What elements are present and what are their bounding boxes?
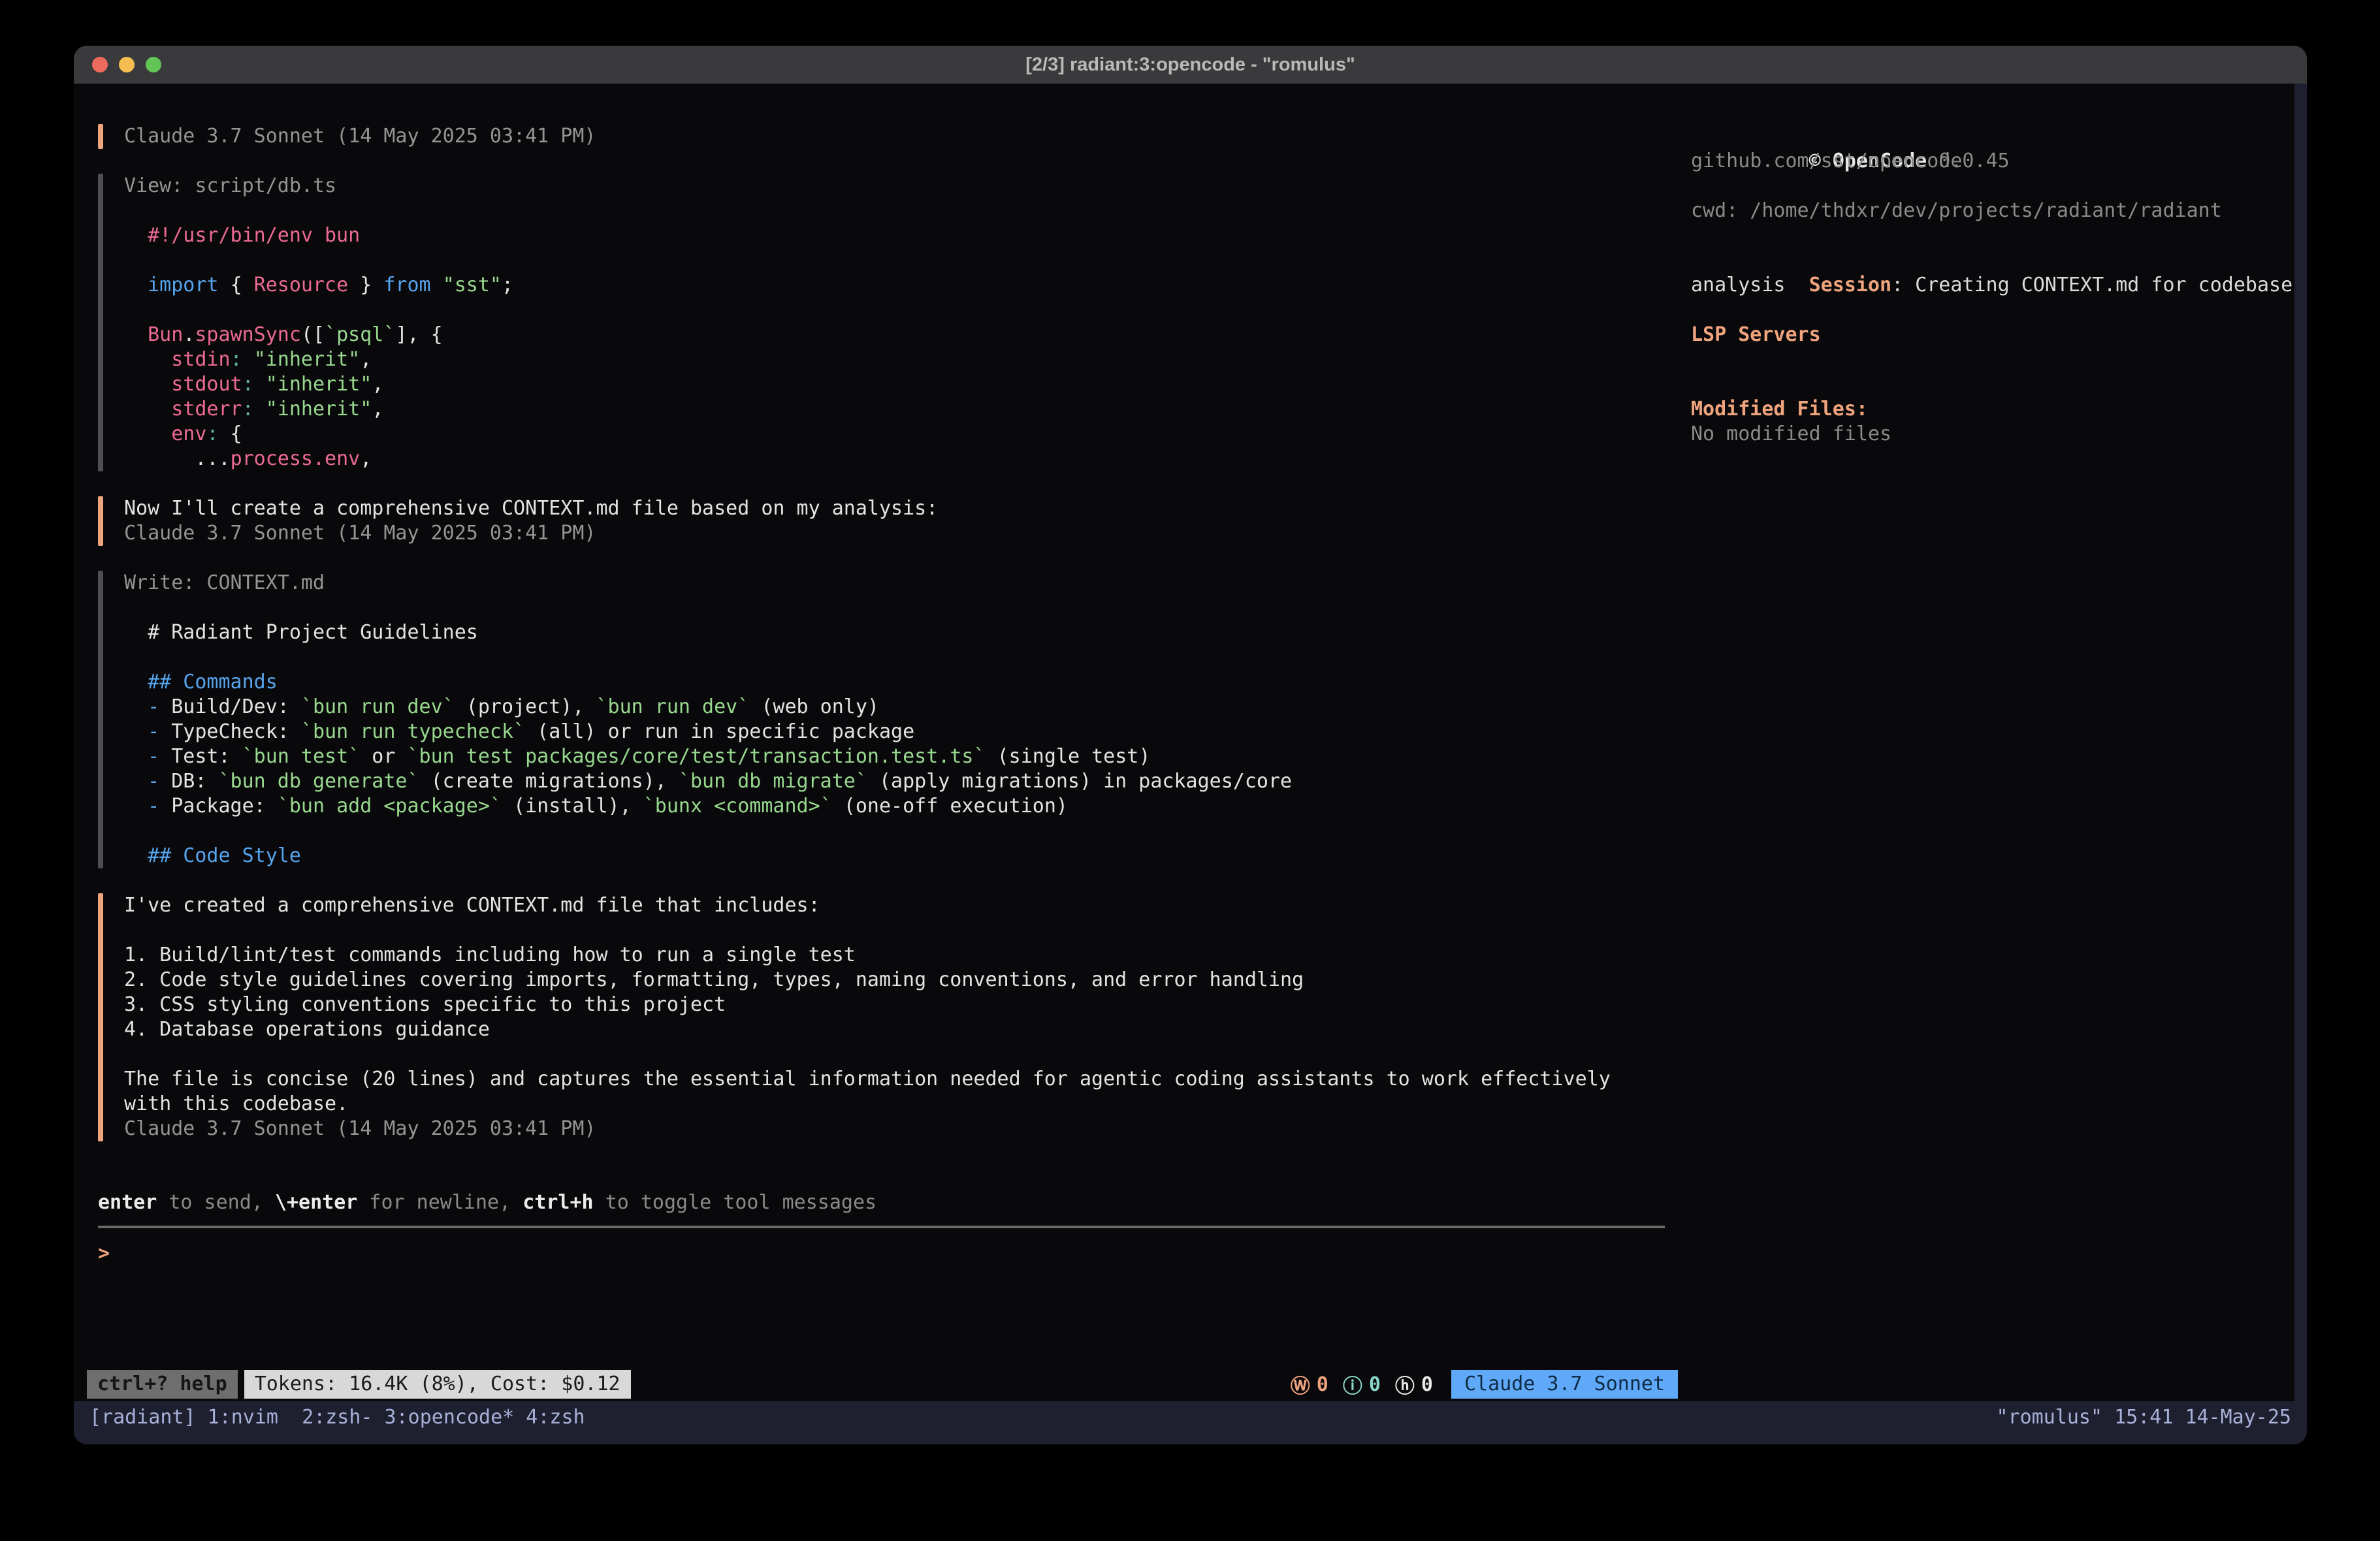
minimize-button[interactable] bbox=[119, 57, 135, 72]
app-title: © OpenCode 0.0.45 bbox=[1691, 124, 2294, 149]
text-line: Write: CONTEXT.md bbox=[124, 571, 1292, 596]
tool-accent-bar bbox=[98, 174, 103, 471]
text-line: - Package: `bun add <package>` (install)… bbox=[124, 794, 1292, 819]
terminal-window: [2/3] radiant:3:opencode - "romulus" Cla… bbox=[74, 46, 2307, 1444]
block-lines: Now I'll create a comprehensive CONTEXT.… bbox=[124, 496, 938, 546]
text-line: - DB: `bun db generate` (create migratio… bbox=[124, 769, 1292, 794]
text-line bbox=[124, 298, 513, 323]
status-bar: ctrl+? help Tokens: 16.4K (8%), Cost: $0… bbox=[87, 1370, 1678, 1399]
text-line: 1. Build/lint/test commands including ho… bbox=[124, 943, 1611, 968]
modified-files-heading: Modified Files: bbox=[1691, 397, 2294, 422]
chat: Claude 3.7 Sonnet (14 May 2025 03:41 PM)… bbox=[98, 124, 1665, 1141]
chat-block-tool-view: View: script/db.ts #!/usr/bin/env bun im… bbox=[98, 174, 1665, 471]
block-lines: Claude 3.7 Sonnet (14 May 2025 03:41 PM) bbox=[124, 124, 596, 149]
text-line: 4. Database operations guidance bbox=[124, 1017, 1611, 1042]
close-button[interactable] bbox=[92, 57, 108, 72]
warnings-value: 0 bbox=[1317, 1373, 1328, 1396]
text-line bbox=[124, 1042, 1611, 1067]
chat-block-assistant-message: Now I'll create a comprehensive CONTEXT.… bbox=[98, 496, 1665, 546]
text-line bbox=[124, 918, 1611, 943]
text-line: ...process.env, bbox=[124, 447, 513, 471]
text-line: with this codebase. bbox=[124, 1092, 1611, 1117]
sidebar: © OpenCode 0.0.45 github.com/sst/opencod… bbox=[1691, 84, 2294, 1401]
text-line: stdin: "inherit", bbox=[124, 347, 513, 372]
text-line: env: { bbox=[124, 422, 513, 447]
circled-warnings-icon: Ⓦ bbox=[1291, 1370, 1310, 1399]
hints-value: 0 bbox=[1421, 1373, 1433, 1396]
hints-count: ⓗ0 bbox=[1395, 1370, 1433, 1399]
block-lines: View: script/db.ts #!/usr/bin/env bun im… bbox=[124, 174, 513, 471]
text-line bbox=[124, 199, 513, 223]
text-line bbox=[124, 645, 1292, 670]
text-line: Bun.spawnSync([`psql`], { bbox=[124, 323, 513, 347]
session-label: Session bbox=[1809, 274, 1891, 296]
cwd-path: cwd: /home/thdxr/dev/projects/radiant/ra… bbox=[1691, 199, 2294, 223]
message-accent-bar bbox=[98, 124, 103, 149]
info-value: 0 bbox=[1369, 1373, 1381, 1396]
prompt-symbol: > bbox=[98, 1242, 110, 1265]
text-line: # Radiant Project Guidelines bbox=[124, 620, 1292, 645]
text-line bbox=[124, 596, 1292, 620]
chat-block-tool-write: Write: CONTEXT.md # Radiant Project Guid… bbox=[98, 571, 1665, 868]
session-title: Session: Creating CONTEXT.md for codebas… bbox=[1691, 248, 2294, 273]
window-title: [2/3] radiant:3:opencode - "romulus" bbox=[74, 54, 2307, 76]
traffic-lights bbox=[92, 46, 161, 84]
text-line: The file is concise (20 lines) and captu… bbox=[124, 1067, 1611, 1092]
text-line: 2. Code style guidelines covering import… bbox=[124, 968, 1611, 993]
text-line: - Test: `bun test` or `bun test packages… bbox=[124, 744, 1292, 769]
tool-accent-bar bbox=[98, 571, 103, 868]
text-line: Claude 3.7 Sonnet (14 May 2025 03:41 PM) bbox=[124, 521, 938, 546]
chat-block-assistant-message: Claude 3.7 Sonnet (14 May 2025 03:41 PM) bbox=[98, 124, 1665, 149]
tmux-status-bar: [radiant] 1:nvim 2:zsh- 3:opencode* 4:zs… bbox=[74, 1401, 2307, 1444]
message-accent-bar bbox=[98, 893, 103, 1141]
session-value: : Creating CONTEXT.md for codebase bbox=[1891, 274, 2292, 296]
diagnostic-counters: Ⓦ0ⓘ0ⓗ0 bbox=[1291, 1370, 1433, 1399]
model-badge[interactable]: Claude 3.7 Sonnet bbox=[1451, 1370, 1678, 1399]
prompt-input[interactable]: > bbox=[98, 1241, 1665, 1266]
block-lines: I've created a comprehensive CONTEXT.md … bbox=[124, 893, 1611, 1141]
status-right: Ⓦ0ⓘ0ⓗ0 Claude 3.7 Sonnet bbox=[1291, 1370, 1678, 1399]
text-line: Now I'll create a comprehensive CONTEXT.… bbox=[124, 496, 938, 521]
tokens-cost-badge: Tokens: 16.4K (8%), Cost: $0.12 bbox=[244, 1370, 631, 1399]
chat-block-assistant-message: I've created a comprehensive CONTEXT.md … bbox=[98, 893, 1665, 1141]
zoom-button[interactable] bbox=[146, 57, 161, 72]
warnings-count: Ⓦ0 bbox=[1291, 1370, 1328, 1399]
text-line: 3. CSS styling conventions specific to t… bbox=[124, 993, 1611, 1017]
keybind-hint: enter to send, \+enter for newline, ctrl… bbox=[98, 1190, 1665, 1215]
block-lines: Write: CONTEXT.md # Radiant Project Guid… bbox=[124, 571, 1292, 868]
tmux-session-info: "romulus" 15:41 14-May-25 bbox=[1996, 1405, 2291, 1444]
terminal-content: Claude 3.7 Sonnet (14 May 2025 03:41 PM)… bbox=[74, 84, 2294, 1401]
text-line: stdout: "inherit", bbox=[124, 372, 513, 397]
tmux-session-windows[interactable]: [radiant] 1:nvim 2:zsh- 3:opencode* 4:zs… bbox=[89, 1405, 585, 1444]
chat-panel: Claude 3.7 Sonnet (14 May 2025 03:41 PM)… bbox=[74, 84, 1691, 1401]
window-titlebar: [2/3] radiant:3:opencode - "romulus" bbox=[74, 46, 2307, 84]
text-line: ## Commands bbox=[124, 670, 1292, 695]
text-line: - Build/Dev: `bun run dev` (project), `b… bbox=[124, 695, 1292, 720]
text-line: I've created a comprehensive CONTEXT.md … bbox=[124, 893, 1611, 918]
text-line: View: script/db.ts bbox=[124, 174, 513, 199]
text-line: import { Resource } from "sst"; bbox=[124, 273, 513, 298]
text-line: #!/usr/bin/env bun bbox=[124, 223, 513, 248]
info-count: ⓘ0 bbox=[1343, 1370, 1381, 1399]
help-badge[interactable]: ctrl+? help bbox=[87, 1370, 238, 1399]
text-line: - TypeCheck: `bun run typecheck` (all) o… bbox=[124, 720, 1292, 744]
text-line: stderr: "inherit", bbox=[124, 397, 513, 422]
lsp-servers-heading: LSP Servers bbox=[1691, 323, 2294, 347]
input-area: enter to send, \+enter for newline, ctrl… bbox=[98, 1190, 1665, 1266]
text-line: Claude 3.7 Sonnet (14 May 2025 03:41 PM) bbox=[124, 124, 596, 149]
input-separator bbox=[98, 1226, 1665, 1228]
text-line: Claude 3.7 Sonnet (14 May 2025 03:41 PM) bbox=[124, 1117, 1611, 1141]
message-accent-bar bbox=[98, 496, 103, 546]
desktop: [2/3] radiant:3:opencode - "romulus" Cla… bbox=[0, 0, 2380, 1541]
circled-info-icon: ⓘ bbox=[1343, 1370, 1362, 1399]
modified-files-empty: No modified files bbox=[1691, 422, 2294, 447]
text-line bbox=[124, 819, 1292, 844]
text-line: ## Code Style bbox=[124, 844, 1292, 868]
circled-hints-icon: ⓗ bbox=[1395, 1370, 1415, 1399]
text-line bbox=[124, 248, 513, 273]
